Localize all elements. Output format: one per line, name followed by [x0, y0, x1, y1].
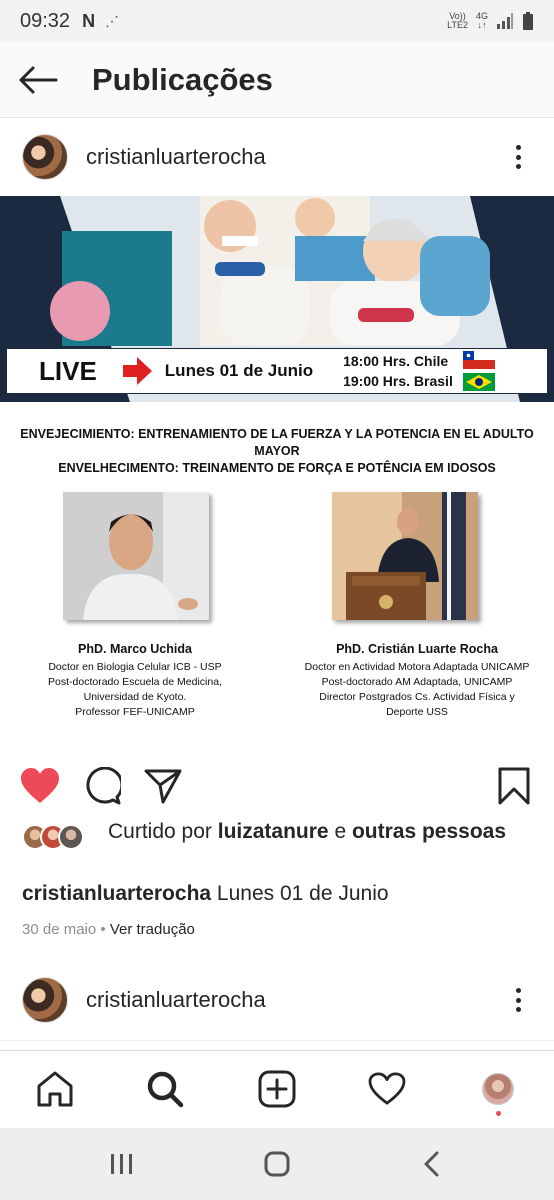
liked-middle: e: [334, 820, 347, 843]
nav-activity[interactable]: [365, 1067, 409, 1111]
app-header: Publicações: [0, 42, 554, 118]
time-chile: 18:00 Hrs. Chile: [343, 353, 449, 369]
lte-indicator: Vo)) LTE2: [447, 11, 468, 30]
comment-icon: [86, 767, 121, 805]
avatar[interactable]: [22, 134, 68, 180]
heart-filled-icon: [21, 768, 59, 803]
like-button[interactable]: [18, 764, 62, 808]
live-label: LIVE: [39, 355, 97, 386]
post-actions: [0, 756, 554, 816]
n-icon: N: [82, 10, 96, 31]
status-bar: 09:32 N ⋰ Vo)) LTE2 4G ↓↑: [0, 0, 554, 42]
chevron-left-icon: [424, 1151, 439, 1177]
post-image[interactable]: LIVE Lunes 01 de Junio 18:00 Hrs. Chile …: [0, 196, 554, 750]
speaker2-photo: [332, 492, 478, 620]
plus-square-icon: [258, 1070, 296, 1108]
page-title: Publicações: [92, 61, 273, 97]
divider: [0, 1040, 554, 1041]
notification-dot: [496, 1111, 501, 1116]
live-times: 18:00 Hrs. Chile 19:00 Hrs. Brasil: [343, 351, 453, 391]
time-brasil: 19:00 Hrs. Brasil: [343, 373, 453, 389]
next-post-header: cristianluarterocha: [0, 960, 554, 1040]
flags: [462, 351, 495, 391]
bottom-nav: [0, 1050, 554, 1128]
network-4g-label: 4G: [475, 11, 488, 21]
banner-photo: LIVE Lunes 01 de Junio 18:00 Hrs. Chile …: [0, 196, 554, 402]
speaker1-photo: [63, 492, 209, 620]
comment-button[interactable]: [80, 764, 124, 808]
status-time: 09:32: [20, 9, 71, 32]
arrow-left-icon: [19, 66, 58, 93]
nav-home[interactable]: [33, 1067, 77, 1111]
post-meta: 30 de maio • Ver tradução: [22, 921, 195, 938]
speaker1-name: PhD. Marco Uchida: [78, 642, 192, 656]
save-button[interactable]: [492, 764, 536, 808]
topic-pt: ENVELHECIMENTO: TREINAMENTO DE FORÇA E P…: [58, 461, 496, 475]
nav-search[interactable]: [143, 1067, 187, 1111]
bookmark-icon: [498, 767, 530, 805]
live-banner: LIVE Lunes 01 de Junio 18:00 Hrs. Chile …: [6, 348, 548, 394]
more-options-button[interactable]: [508, 142, 528, 172]
nav-new-post[interactable]: [255, 1067, 299, 1111]
back-button[interactable]: [0, 42, 76, 118]
speaker2-line3: Director Postgrados Cs. Actividad Física…: [319, 691, 515, 703]
topic-text: ENVEJECIMIENTO: ENTRENAMIENTO DE LA FUER…: [0, 426, 554, 477]
send-icon: [144, 769, 182, 804]
share-button[interactable]: [141, 764, 185, 808]
status-right: Vo)) LTE2 4G ↓↑: [447, 12, 534, 30]
speaker2-line4: Deporte USS: [386, 706, 448, 718]
speaker1-description: Doctor en Biologia Celular ICB - USP Pos…: [0, 660, 270, 720]
liker-avatars: [22, 824, 102, 850]
speaker1-line4: Professor FEF-UNICAMP: [75, 706, 195, 718]
wifi-dots-icon: ⋰: [105, 12, 120, 29]
live-date: Lunes 01 de Junio: [164, 361, 314, 380]
network-4g: 4G ↓↑: [475, 11, 488, 30]
home-icon: [37, 1071, 73, 1107]
separator: •: [100, 921, 106, 938]
system-nav: [0, 1128, 554, 1200]
topic-es: ENVEJECIMIENTO: ENTRENAMIENTO DE LA FUER…: [20, 427, 534, 458]
likes-summary[interactable]: Curtido por luizatanure e outras pessoas: [22, 818, 542, 850]
post-username[interactable]: cristianluarterocha: [86, 144, 266, 170]
screen: 09:32 N ⋰ Vo)) LTE2 4G ↓↑ Publicações cris…: [0, 0, 554, 1200]
post-header: cristianluarterocha: [0, 117, 554, 197]
signal-bars-icon: [497, 13, 513, 29]
speaker2-name: PhD. Cristián Luarte Rocha: [336, 642, 498, 656]
speaker2-line2: Post-doctorado AM Adaptada, UNICAMP: [321, 676, 513, 688]
more-options-button[interactable]: [508, 985, 528, 1015]
home-system-button[interactable]: [255, 1144, 299, 1184]
speaker1-line3: Universidad de Kyoto.: [83, 691, 187, 703]
recent-apps-button[interactable]: [100, 1144, 144, 1184]
speaker2-description: Doctor en Actividad Motora Adaptada UNIC…: [282, 660, 552, 720]
heart-outline-icon: [368, 1072, 406, 1105]
avatar: [482, 1073, 514, 1105]
back-system-button[interactable]: [410, 1144, 454, 1184]
likes-text: Curtido por luizatanure e outras pessoas: [108, 818, 506, 846]
chile-flag-icon: [462, 351, 495, 369]
avatar: [58, 824, 84, 850]
speaker1-line2: Post-doctorado Escuela de Medicina,: [48, 676, 222, 688]
search-icon: [147, 1071, 184, 1108]
post-caption: cristianluarterocha Lunes 01 de Junio: [22, 882, 389, 906]
translate-link[interactable]: Ver tradução: [110, 921, 195, 938]
battery-icon: [523, 12, 533, 30]
caption-username[interactable]: cristianluarterocha: [22, 882, 211, 905]
speaker2-line1: Doctor en Actividad Motora Adaptada UNIC…: [304, 661, 530, 673]
liked-user[interactable]: luizatanure: [218, 820, 329, 843]
avatar[interactable]: [22, 977, 68, 1023]
recent-apps-icon: [111, 1154, 132, 1174]
caption-text: Lunes 01 de Junio: [216, 882, 389, 905]
brazil-flag-icon: [462, 373, 495, 391]
nav-profile[interactable]: [476, 1067, 520, 1116]
liked-prefix: Curtido por: [108, 820, 212, 843]
next-post-username[interactable]: cristianluarterocha: [86, 987, 266, 1013]
arrow-right-icon: [122, 357, 152, 385]
post-date: 30 de maio: [22, 921, 97, 938]
speaker1-line1: Doctor en Biologia Celular ICB - USP: [48, 661, 222, 673]
home-circle-icon: [264, 1151, 290, 1177]
liked-others[interactable]: outras pessoas: [352, 820, 506, 843]
